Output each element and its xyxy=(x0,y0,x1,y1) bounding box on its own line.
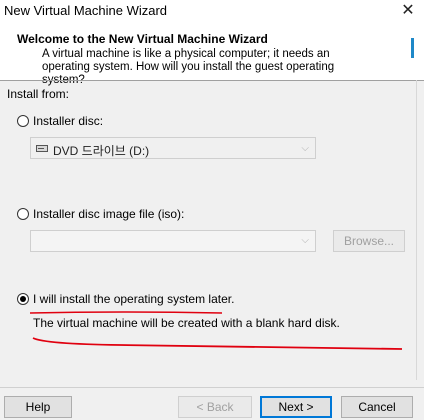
next-button[interactable]: Next > xyxy=(260,396,332,418)
cancel-button[interactable]: Cancel xyxy=(341,396,413,418)
footer-divider xyxy=(0,387,424,388)
red-annotation-underline xyxy=(29,311,403,350)
help-button[interactable]: Help xyxy=(4,396,72,418)
back-button[interactable]: < Back xyxy=(178,396,252,418)
